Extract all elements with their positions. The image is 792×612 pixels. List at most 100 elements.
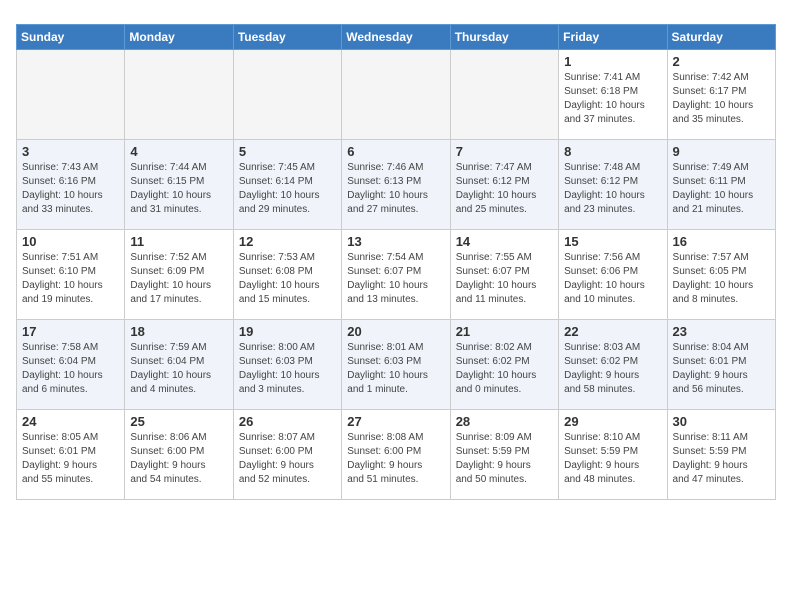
day-number: 22 xyxy=(564,324,661,339)
day-number: 14 xyxy=(456,234,553,249)
weekday-header: Wednesday xyxy=(342,25,450,50)
day-number: 26 xyxy=(239,414,336,429)
day-number: 27 xyxy=(347,414,444,429)
calendar-cell: 5 Sunrise: 7:45 AM Sunset: 6:14 PM Daylig… xyxy=(233,140,341,230)
calendar-cell: 30Sunrise: 8:11 AM Sunset: 5:59 PM Dayli… xyxy=(667,410,775,500)
calendar-cell: 29 Sunrise: 8:10 AM Sunset: 5:59 PM Dayli… xyxy=(559,410,667,500)
calendar-cell xyxy=(450,50,558,140)
day-number: 9 xyxy=(673,144,770,159)
day-info: Sunrise: 8:03 AM Sunset: 6:02 PM Dayligh… xyxy=(564,341,661,397)
day-number: 4 xyxy=(130,144,227,159)
calendar-cell: 28 Sunrise: 8:09 AM Sunset: 5:59 PM Dayli… xyxy=(450,410,558,500)
weekday-header: Monday xyxy=(125,25,233,50)
calendar-cell: 26 Sunrise: 8:07 AM Sunset: 6:00 PM Dayli… xyxy=(233,410,341,500)
day-info: Sunrise: 7:43 AM Sunset: 6:16 PM Dayligh… xyxy=(22,161,119,217)
day-info: Sunrise: 8:02 AM Sunset: 6:02 PM Dayligh… xyxy=(456,341,553,397)
day-number: 2 xyxy=(673,54,770,69)
calendar-cell: 4 Sunrise: 7:44 AM Sunset: 6:15 PM Daylig… xyxy=(125,140,233,230)
day-number: 19 xyxy=(239,324,336,339)
calendar-cell: 9Sunrise: 7:49 AM Sunset: 6:11 PM Daylig… xyxy=(667,140,775,230)
calendar-cell: 13 Sunrise: 7:54 AM Sunset: 6:07 PM Dayli… xyxy=(342,230,450,320)
weekday-header: Saturday xyxy=(667,25,775,50)
calendar-cell: 22 Sunrise: 8:03 AM Sunset: 6:02 PM Dayli… xyxy=(559,320,667,410)
day-info: Sunrise: 8:04 AM Sunset: 6:01 PM Dayligh… xyxy=(673,341,770,397)
calendar-cell: 10Sunrise: 7:51 AM Sunset: 6:10 PM Dayli… xyxy=(17,230,125,320)
day-info: Sunrise: 7:42 AM Sunset: 6:17 PM Dayligh… xyxy=(673,71,770,127)
calendar-cell: 21 Sunrise: 8:02 AM Sunset: 6:02 PM Dayli… xyxy=(450,320,558,410)
calendar-cell: 24 Sunrise: 8:05 AM Sunset: 6:01 PM Dayli… xyxy=(17,410,125,500)
calendar-cell: 6 Sunrise: 7:46 AM Sunset: 6:13 PM Daylig… xyxy=(342,140,450,230)
calendar-cell: 23 Sunrise: 8:04 AM Sunset: 6:01 PM Dayli… xyxy=(667,320,775,410)
calendar-body: 1Sunrise: 7:41 AM Sunset: 6:18 PM Daylig… xyxy=(17,50,776,500)
day-info: Sunrise: 8:07 AM Sunset: 6:00 PM Dayligh… xyxy=(239,431,336,487)
calendar-cell: 25 Sunrise: 8:06 AM Sunset: 6:00 PM Dayli… xyxy=(125,410,233,500)
day-info: Sunrise: 7:53 AM Sunset: 6:08 PM Dayligh… xyxy=(239,251,336,307)
calendar-cell: 20 Sunrise: 8:01 AM Sunset: 6:03 PM Dayli… xyxy=(342,320,450,410)
day-number: 13 xyxy=(347,234,444,249)
calendar-cell: 17 Sunrise: 7:58 AM Sunset: 6:04 PM Dayli… xyxy=(17,320,125,410)
calendar-row: 10Sunrise: 7:51 AM Sunset: 6:10 PM Dayli… xyxy=(17,230,776,320)
calendar-cell xyxy=(17,50,125,140)
calendar-cell: 19 Sunrise: 8:00 AM Sunset: 6:03 PM Dayli… xyxy=(233,320,341,410)
calendar-cell: 16 Sunrise: 7:57 AM Sunset: 6:05 PM Dayli… xyxy=(667,230,775,320)
calendar-cell: 11 Sunrise: 7:52 AM Sunset: 6:09 PM Dayli… xyxy=(125,230,233,320)
day-number: 7 xyxy=(456,144,553,159)
day-info: Sunrise: 7:45 AM Sunset: 6:14 PM Dayligh… xyxy=(239,161,336,217)
weekday-header: Friday xyxy=(559,25,667,50)
day-number: 6 xyxy=(347,144,444,159)
calendar-cell: 27 Sunrise: 8:08 AM Sunset: 6:00 PM Dayli… xyxy=(342,410,450,500)
day-info: Sunrise: 7:55 AM Sunset: 6:07 PM Dayligh… xyxy=(456,251,553,307)
day-number: 10 xyxy=(22,234,119,249)
calendar-cell xyxy=(125,50,233,140)
weekday-header: Tuesday xyxy=(233,25,341,50)
day-info: Sunrise: 8:09 AM Sunset: 5:59 PM Dayligh… xyxy=(456,431,553,487)
day-number: 23 xyxy=(673,324,770,339)
day-number: 18 xyxy=(130,324,227,339)
day-number: 24 xyxy=(22,414,119,429)
calendar-cell: 3 Sunrise: 7:43 AM Sunset: 6:16 PM Daylig… xyxy=(17,140,125,230)
calendar-row: 24 Sunrise: 8:05 AM Sunset: 6:01 PM Dayli… xyxy=(17,410,776,500)
calendar-cell: 8 Sunrise: 7:48 AM Sunset: 6:12 PM Daylig… xyxy=(559,140,667,230)
day-number: 28 xyxy=(456,414,553,429)
calendar-cell: 14 Sunrise: 7:55 AM Sunset: 6:07 PM Dayli… xyxy=(450,230,558,320)
day-number: 16 xyxy=(673,234,770,249)
calendar-cell: 12 Sunrise: 7:53 AM Sunset: 6:08 PM Dayli… xyxy=(233,230,341,320)
calendar-row: 1Sunrise: 7:41 AM Sunset: 6:18 PM Daylig… xyxy=(17,50,776,140)
day-number: 20 xyxy=(347,324,444,339)
day-info: Sunrise: 8:01 AM Sunset: 6:03 PM Dayligh… xyxy=(347,341,444,397)
calendar-row: 3 Sunrise: 7:43 AM Sunset: 6:16 PM Daylig… xyxy=(17,140,776,230)
day-number: 11 xyxy=(130,234,227,249)
day-number: 25 xyxy=(130,414,227,429)
calendar-row: 17 Sunrise: 7:58 AM Sunset: 6:04 PM Dayli… xyxy=(17,320,776,410)
calendar-cell xyxy=(342,50,450,140)
day-info: Sunrise: 8:08 AM Sunset: 6:00 PM Dayligh… xyxy=(347,431,444,487)
calendar-cell: 15Sunrise: 7:56 AM Sunset: 6:06 PM Dayli… xyxy=(559,230,667,320)
calendar-cell: 2 Sunrise: 7:42 AM Sunset: 6:17 PM Daylig… xyxy=(667,50,775,140)
day-number: 30 xyxy=(673,414,770,429)
calendar-cell: 1Sunrise: 7:41 AM Sunset: 6:18 PM Daylig… xyxy=(559,50,667,140)
day-info: Sunrise: 7:41 AM Sunset: 6:18 PM Dayligh… xyxy=(564,71,661,127)
day-number: 29 xyxy=(564,414,661,429)
day-info: Sunrise: 8:00 AM Sunset: 6:03 PM Dayligh… xyxy=(239,341,336,397)
day-info: Sunrise: 7:46 AM Sunset: 6:13 PM Dayligh… xyxy=(347,161,444,217)
day-info: Sunrise: 7:47 AM Sunset: 6:12 PM Dayligh… xyxy=(456,161,553,217)
day-number: 21 xyxy=(456,324,553,339)
day-number: 17 xyxy=(22,324,119,339)
day-info: Sunrise: 7:52 AM Sunset: 6:09 PM Dayligh… xyxy=(130,251,227,307)
day-info: Sunrise: 7:54 AM Sunset: 6:07 PM Dayligh… xyxy=(347,251,444,307)
calendar-cell xyxy=(233,50,341,140)
day-info: Sunrise: 7:58 AM Sunset: 6:04 PM Dayligh… xyxy=(22,341,119,397)
day-number: 8 xyxy=(564,144,661,159)
day-info: Sunrise: 7:59 AM Sunset: 6:04 PM Dayligh… xyxy=(130,341,227,397)
day-number: 12 xyxy=(239,234,336,249)
weekday-header: Thursday xyxy=(450,25,558,50)
day-info: Sunrise: 8:10 AM Sunset: 5:59 PM Dayligh… xyxy=(564,431,661,487)
day-info: Sunrise: 7:57 AM Sunset: 6:05 PM Dayligh… xyxy=(673,251,770,307)
day-number: 3 xyxy=(22,144,119,159)
day-info: Sunrise: 8:06 AM Sunset: 6:00 PM Dayligh… xyxy=(130,431,227,487)
day-info: Sunrise: 7:44 AM Sunset: 6:15 PM Dayligh… xyxy=(130,161,227,217)
day-info: Sunrise: 7:56 AM Sunset: 6:06 PM Dayligh… xyxy=(564,251,661,307)
day-number: 5 xyxy=(239,144,336,159)
day-info: Sunrise: 7:48 AM Sunset: 6:12 PM Dayligh… xyxy=(564,161,661,217)
day-info: Sunrise: 8:05 AM Sunset: 6:01 PM Dayligh… xyxy=(22,431,119,487)
